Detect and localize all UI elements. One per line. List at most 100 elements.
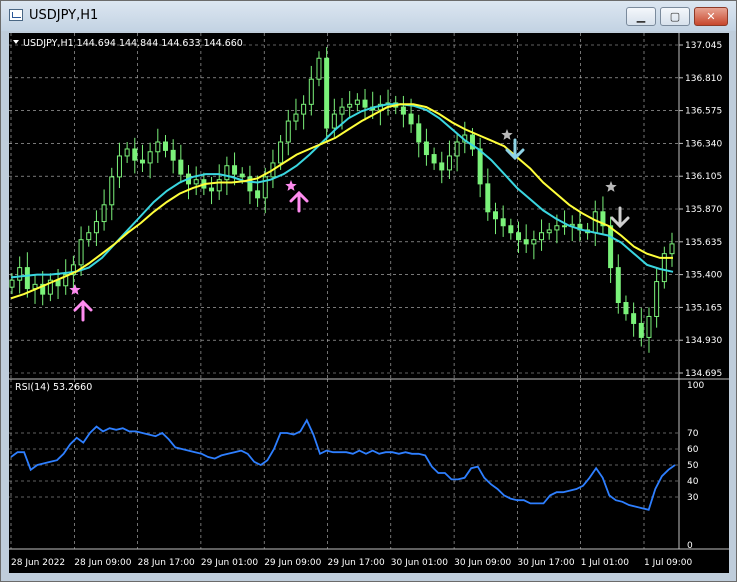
candle-body [638, 322, 644, 338]
candle-body [155, 141, 161, 153]
time-tick-label: 29 Jun 09:00 [264, 558, 321, 568]
title-bar[interactable]: USDJPY,H1 ▁ ▢ ✕ [1, 1, 736, 31]
candle-body [446, 155, 452, 171]
candle-body [454, 141, 460, 157]
candle-body [416, 123, 422, 143]
candle-body [608, 225, 614, 269]
candle-body [354, 99, 360, 105]
price-tick-label: 134.930 [685, 336, 722, 346]
candle-body [485, 183, 491, 213]
candle-body [516, 232, 522, 241]
time-tick-label: 29 Jun 17:00 [328, 558, 385, 568]
candle-body [116, 155, 122, 178]
candle-body [331, 113, 337, 129]
rsi-tick-label: 50 [687, 461, 699, 471]
price-tick-label: 135.635 [685, 238, 722, 248]
candle-body [224, 165, 230, 181]
rsi-tick-label: 30 [687, 493, 699, 503]
candle-body [615, 267, 621, 304]
candle-body [324, 57, 330, 129]
rsi-tick-label: 100 [687, 381, 704, 391]
close-button[interactable]: ✕ [694, 7, 728, 26]
candle-body [508, 225, 514, 234]
candle-body [178, 159, 184, 175]
candle-body [101, 204, 107, 223]
candle-body [193, 179, 199, 185]
price-tick-label: 135.165 [685, 303, 722, 313]
rsi-tick-label: 40 [687, 477, 699, 487]
time-tick-label: 28 Jun 17:00 [138, 558, 195, 568]
candle-body [239, 173, 245, 178]
time-tick-label: 29 Jun 01:00 [201, 558, 258, 568]
candle-body [400, 106, 406, 115]
candle-body [646, 315, 652, 338]
rsi-tick-label: 70 [687, 429, 699, 439]
candle-body [78, 239, 84, 266]
candle-body [285, 120, 291, 143]
time-axis: 28 Jun 2022 28 Jun 09:00 28 Jun 17:00 29 Ju… [11, 558, 693, 568]
time-tick-label: 1 Jul 09:00 [644, 558, 693, 568]
candle-body [408, 113, 414, 125]
candle-body [278, 141, 284, 164]
price-tick-label: 135.400 [685, 271, 722, 281]
candle-body [500, 218, 506, 227]
candle-body [592, 211, 598, 234]
price-tick-label: 136.575 [685, 107, 722, 117]
candle-body [362, 99, 368, 108]
candle-body [439, 162, 445, 171]
candle-body [132, 148, 138, 161]
candle-body [86, 232, 92, 241]
candle-body [562, 225, 568, 228]
window-title: USDJPY,H1 [29, 8, 99, 23]
candle-body [293, 113, 299, 122]
candle-body [523, 239, 529, 245]
chart-window: USDJPY,H1 ▁ ▢ ✕ 137.045 136.810 136.575 136… [0, 0, 737, 582]
candle-body [492, 211, 498, 220]
time-tick-label: 28 Jun 2022 [11, 558, 65, 568]
maximize-button[interactable]: ▢ [660, 7, 690, 26]
candle-body [93, 221, 99, 234]
price-tick-label: 136.105 [685, 172, 722, 182]
candle-body [539, 232, 545, 241]
candle-body [162, 141, 168, 151]
candle-body [147, 151, 153, 164]
candle-body [216, 179, 222, 192]
candle-body [24, 267, 30, 290]
rsi-tick-label: 0 [687, 541, 693, 551]
minimize-button[interactable]: ▁ [626, 7, 656, 26]
candle-body [347, 103, 353, 108]
candle-body [531, 239, 537, 245]
candle-body [170, 149, 176, 161]
candle-body [546, 229, 552, 234]
candle-body [654, 281, 660, 317]
candle-body [255, 190, 261, 199]
candle-body [623, 302, 629, 315]
candle-body [301, 103, 307, 115]
price-tick-label: 136.340 [685, 139, 722, 149]
candle-body [423, 141, 429, 156]
candle-body [631, 313, 637, 324]
candle-body [669, 243, 675, 255]
rsi-label: RSI(14) 53.2660 [15, 382, 92, 393]
time-tick-label: 30 Jun 17:00 [517, 558, 574, 568]
price-tick-label: 136.810 [685, 74, 722, 84]
time-tick-label: 30 Jun 09:00 [454, 558, 511, 568]
chart-background [9, 33, 729, 573]
price-tick-label: 135.870 [685, 205, 722, 215]
time-tick-label: 30 Jun 01:00 [391, 558, 448, 568]
candle-body [109, 176, 115, 206]
price-chart-canvas[interactable]: 137.045 136.810 136.575 136.340 136.105 135.8… [9, 33, 729, 573]
candle-body [339, 106, 345, 115]
candle-body [316, 57, 322, 80]
chart-window-icon [9, 9, 23, 21]
candle-body [124, 148, 130, 157]
candle-body [139, 159, 145, 164]
candle-body [17, 267, 23, 281]
time-tick-label: 28 Jun 09:00 [74, 558, 131, 568]
candle-body [308, 78, 314, 105]
chart-frame: 137.045 136.810 136.575 136.340 136.105 135.8… [9, 33, 729, 573]
candle-body [431, 154, 437, 164]
candle-body [9, 279, 15, 288]
price-tick-label: 134.695 [685, 369, 722, 379]
price-tick-label: 137.045 [685, 41, 722, 51]
